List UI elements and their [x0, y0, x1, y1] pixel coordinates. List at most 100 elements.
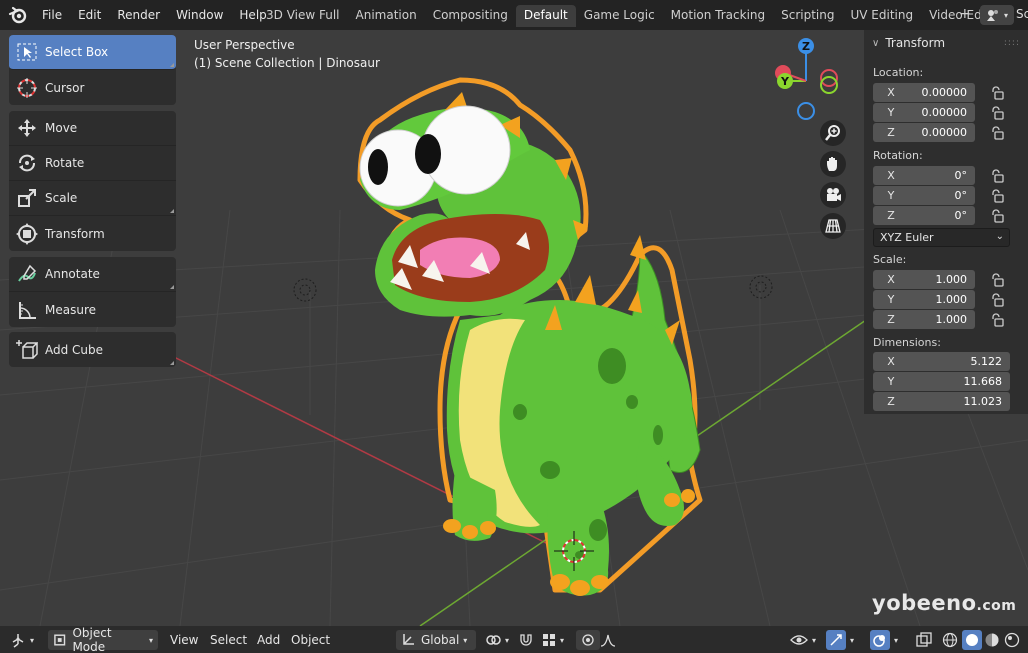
- solid-sphere-icon: [962, 630, 982, 650]
- tool-measure[interactable]: Measure: [9, 292, 176, 327]
- lock-icon[interactable]: [990, 106, 1004, 120]
- scale-x-field[interactable]: X 1.000: [873, 270, 975, 289]
- menu-render[interactable]: Render: [109, 8, 168, 22]
- tool-label: Cursor: [45, 80, 85, 95]
- lock-icon[interactable]: [990, 273, 1004, 287]
- tab-default[interactable]: Default: [515, 5, 576, 27]
- shading-wireframe-button[interactable]: [942, 630, 958, 650]
- rotation-mode-dropdown[interactable]: XYZ Euler ⌄: [873, 228, 1010, 247]
- transform-panel-header[interactable]: ∨ Transform ::::: [864, 30, 1028, 56]
- rotation-y-field[interactable]: Y 0°: [873, 186, 975, 205]
- gizmo-y-label: Y: [780, 75, 790, 88]
- lock-icon[interactable]: [990, 126, 1004, 140]
- shading-solid-button[interactable]: [962, 630, 982, 650]
- snap-target-button[interactable]: ▾: [542, 630, 564, 650]
- navigation-gizmo[interactable]: Z Y: [768, 36, 844, 122]
- proportional-edit-icon: [582, 634, 594, 646]
- location-z-field[interactable]: Z 0.00000: [873, 123, 975, 142]
- overlays-icon: [870, 630, 890, 650]
- gizmo-toggle-button[interactable]: ▾: [826, 630, 854, 650]
- overlays-button[interactable]: ▾: [870, 630, 898, 650]
- eye-icon: [790, 635, 808, 645]
- scale-icon: [18, 189, 36, 207]
- dimensions-x-field[interactable]: X 5.122: [873, 352, 1010, 371]
- menu-add[interactable]: Add: [257, 630, 280, 650]
- tab-game-logic[interactable]: Game Logic: [576, 5, 663, 27]
- menu-select[interactable]: Select: [210, 630, 247, 650]
- panel-title: Transform: [885, 36, 946, 50]
- 3d-viewport[interactable]: User Perspective (1) Scene Collection | …: [0, 30, 1028, 626]
- tool-annotate[interactable]: Annotate: [9, 257, 176, 292]
- grid-icon: [825, 219, 841, 233]
- gizmo-icon: [826, 630, 846, 650]
- mode-selector[interactable]: Object Mode ▾: [48, 626, 158, 653]
- dimensions-y-field[interactable]: Y 11.668: [873, 372, 1010, 391]
- scale-y-field[interactable]: Y 1.000: [873, 290, 975, 309]
- drag-grip-icon[interactable]: ::::: [1004, 38, 1020, 48]
- lock-icon[interactable]: [990, 293, 1004, 307]
- tool-select-box[interactable]: Select Box: [9, 35, 176, 70]
- tool-rotate[interactable]: Rotate: [9, 146, 176, 181]
- menu-edit[interactable]: Edit: [70, 8, 109, 22]
- shading-rendered-button[interactable]: [1004, 630, 1020, 650]
- scale-label: Scale:: [873, 253, 907, 266]
- blender-logo-icon[interactable]: [8, 5, 28, 25]
- tool-label: Transform: [45, 226, 105, 241]
- tool-scale[interactable]: Scale: [9, 181, 176, 216]
- editor-type-button[interactable]: ▾: [10, 630, 34, 650]
- xray-icon: [916, 632, 932, 647]
- menu-window[interactable]: Window: [168, 8, 231, 22]
- scene-selector-button[interactable]: ▾: [980, 5, 1014, 25]
- menu-view[interactable]: View: [170, 630, 198, 650]
- location-x-field[interactable]: X 0.00000: [873, 83, 975, 102]
- shading-material-button[interactable]: [984, 630, 1000, 650]
- perspective-toggle-button[interactable]: [820, 213, 846, 239]
- rotation-x-field[interactable]: X 0°: [873, 166, 975, 185]
- visibility-button[interactable]: ▾: [790, 630, 816, 650]
- gizmo-z-label: Z: [802, 40, 810, 53]
- menu-file[interactable]: File: [34, 8, 70, 22]
- lock-icon[interactable]: [990, 313, 1004, 327]
- tab-compositing[interactable]: Compositing: [425, 5, 516, 27]
- snap-toggle-button[interactable]: [518, 630, 534, 650]
- proportional-edit-button[interactable]: [576, 630, 600, 650]
- measure-icon: [19, 301, 36, 319]
- scale-z-field[interactable]: Z 1.000: [873, 310, 975, 329]
- lock-icon[interactable]: [990, 86, 1004, 100]
- rotate-icon: [19, 154, 35, 172]
- pan-button[interactable]: [820, 151, 846, 177]
- lock-icon[interactable]: [990, 169, 1004, 183]
- falloff-button[interactable]: [600, 630, 616, 650]
- tool-label: Annotate: [45, 267, 100, 281]
- tab-uv-editing[interactable]: UV Editing: [843, 5, 922, 27]
- zoom-icon: [825, 125, 840, 141]
- xray-toggle-button[interactable]: [916, 630, 932, 650]
- snap-grid-icon: [543, 634, 555, 646]
- zoom-button[interactable]: [820, 120, 846, 146]
- add-workspace-button[interactable]: +: [959, 6, 971, 22]
- tab-motion-tracking[interactable]: Motion Tracking: [663, 5, 773, 27]
- tool-move[interactable]: Move: [9, 111, 176, 146]
- scene-name[interactable]: Sc: [1016, 7, 1028, 21]
- dimensions-z-field[interactable]: Z 11.023: [873, 392, 1010, 411]
- tool-label: Select Box: [45, 45, 109, 59]
- tab-animation[interactable]: Animation: [348, 5, 425, 27]
- transform-orientation-selector[interactable]: Global ▾: [396, 630, 476, 650]
- tool-cursor[interactable]: Cursor: [9, 70, 176, 105]
- view-name-label: User Perspective: [194, 38, 295, 52]
- pivot-point-button[interactable]: ▾: [485, 630, 509, 650]
- tab-3d-view-full[interactable]: 3D View Full: [258, 5, 348, 27]
- tool-label: Rotate: [45, 156, 85, 170]
- camera-view-button[interactable]: [820, 182, 846, 208]
- lock-icon[interactable]: [990, 189, 1004, 203]
- rotation-z-field[interactable]: Z 0°: [873, 206, 975, 225]
- tab-scripting[interactable]: Scripting: [773, 5, 842, 27]
- tool-transform[interactable]: Transform: [9, 216, 176, 251]
- location-y-field[interactable]: Y 0.00000: [873, 103, 975, 122]
- lock-icon[interactable]: [990, 209, 1004, 223]
- submenu-corner-icon: [170, 63, 174, 67]
- tool-add-cube[interactable]: Add Cube: [9, 332, 176, 367]
- axes-icon: [12, 634, 24, 648]
- chevron-down-icon: ▾: [894, 635, 899, 645]
- menu-object[interactable]: Object: [291, 630, 330, 650]
